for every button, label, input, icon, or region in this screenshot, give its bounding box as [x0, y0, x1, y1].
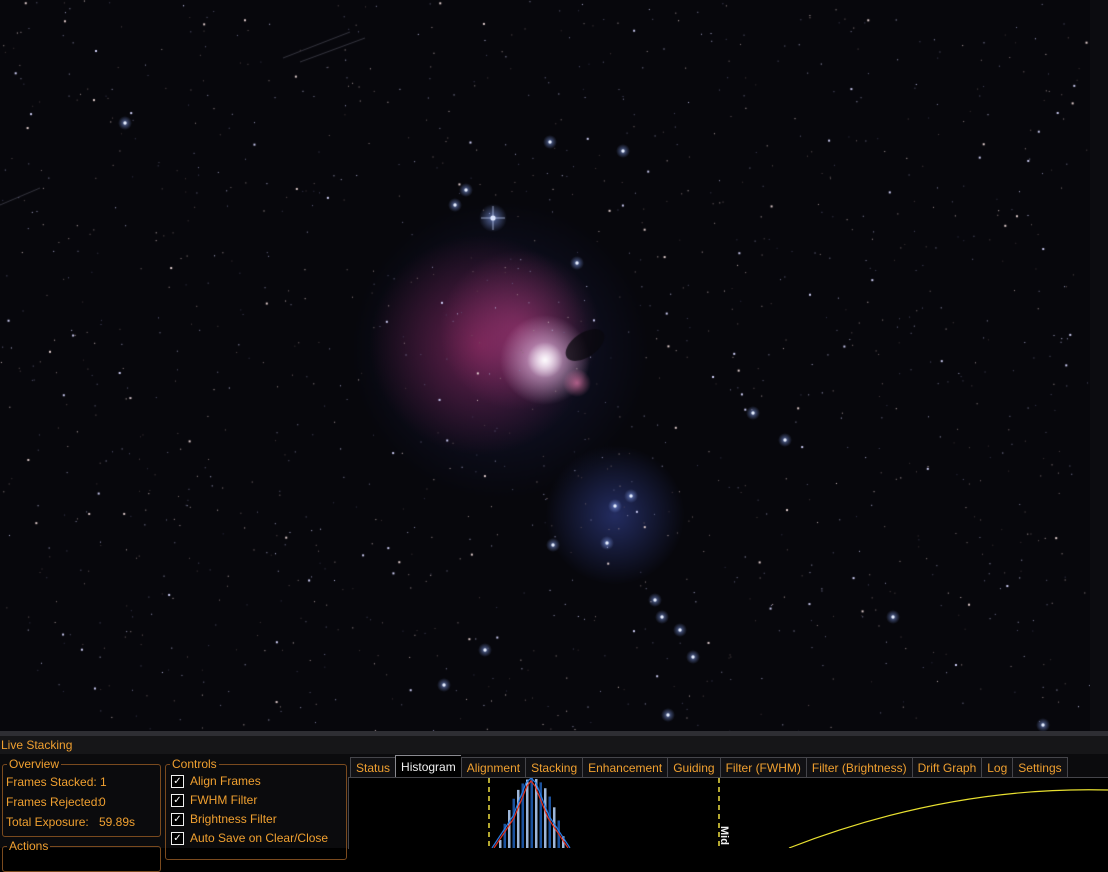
histogram-bin: [499, 840, 502, 848]
stretch-curve: [788, 789, 1108, 848]
auto-save-checkbox[interactable]: ✓ Auto Save on Clear/Close: [171, 830, 328, 846]
tab-guiding[interactable]: Guiding: [667, 757, 720, 778]
tab-stacking[interactable]: Stacking: [525, 757, 583, 778]
histogram-bin: [508, 810, 511, 848]
tab-settings[interactable]: Settings: [1012, 757, 1068, 778]
tab-filter-fwhm[interactable]: Filter (FWHM): [719, 757, 806, 778]
stacked-image-view[interactable]: [0, 0, 1108, 731]
frames-stacked-label: Frames Stacked:: [6, 775, 97, 789]
align-frames-checkbox[interactable]: ✓ Align Frames: [171, 773, 261, 789]
histogram-bin: [530, 778, 533, 848]
live-stacking-tabs: Status Histogram Alignment Stacking Enha…: [350, 755, 1068, 778]
tab-alignment[interactable]: Alignment: [460, 757, 526, 778]
actions-group: Actions: [2, 840, 161, 872]
brightness-filter-label: Brightness Filter: [190, 812, 277, 826]
controls-legend: Controls: [172, 757, 217, 771]
brightness-filter-checkbox[interactable]: ✓ Brightness Filter: [171, 811, 277, 827]
overview-legend: Overview: [9, 757, 60, 771]
tab-filter-brightness[interactable]: Filter (Brightness): [805, 757, 912, 778]
image-scroll-edge[interactable]: [1090, 0, 1108, 731]
histogram-bin: [517, 789, 520, 848]
histogram-bin: [512, 798, 515, 848]
histogram-chart[interactable]: Mid: [349, 778, 1108, 848]
tab-enhancement[interactable]: Enhancement: [582, 757, 668, 778]
tab-log[interactable]: Log: [981, 757, 1013, 778]
checkbox-checked-icon[interactable]: ✓: [171, 812, 184, 826]
tab-status[interactable]: Status: [350, 757, 396, 778]
actions-legend: Actions: [9, 839, 49, 853]
total-exposure-label: Total Exposure:: [6, 815, 89, 829]
checkbox-checked-icon[interactable]: ✓: [171, 831, 184, 845]
total-exposure-value: 59.89s: [99, 815, 136, 829]
tab-drift-graph[interactable]: Drift Graph: [911, 757, 982, 778]
fwhm-filter-label: FWHM Filter: [190, 793, 258, 807]
histogram-bin: [526, 779, 529, 848]
align-frames-label: Align Frames: [190, 774, 261, 788]
auto-save-label: Auto Save on Clear/Close: [190, 831, 329, 845]
frames-rejected-label: Frames Rejected:: [6, 795, 101, 809]
frames-stacked-value: 1: [100, 775, 107, 789]
fwhm-filter-checkbox[interactable]: ✓ FWHM Filter: [171, 792, 257, 808]
live-stacking-title: Live Stacking: [0, 736, 1108, 754]
frames-rejected-value: 0: [99, 795, 106, 809]
histogram-bars: [499, 778, 565, 848]
histogram-bin: [544, 788, 547, 848]
mid-label: Mid: [718, 826, 730, 845]
tab-histogram[interactable]: Histogram: [395, 755, 461, 778]
checkbox-checked-icon[interactable]: ✓: [171, 793, 184, 807]
checkbox-checked-icon[interactable]: ✓: [171, 774, 184, 788]
